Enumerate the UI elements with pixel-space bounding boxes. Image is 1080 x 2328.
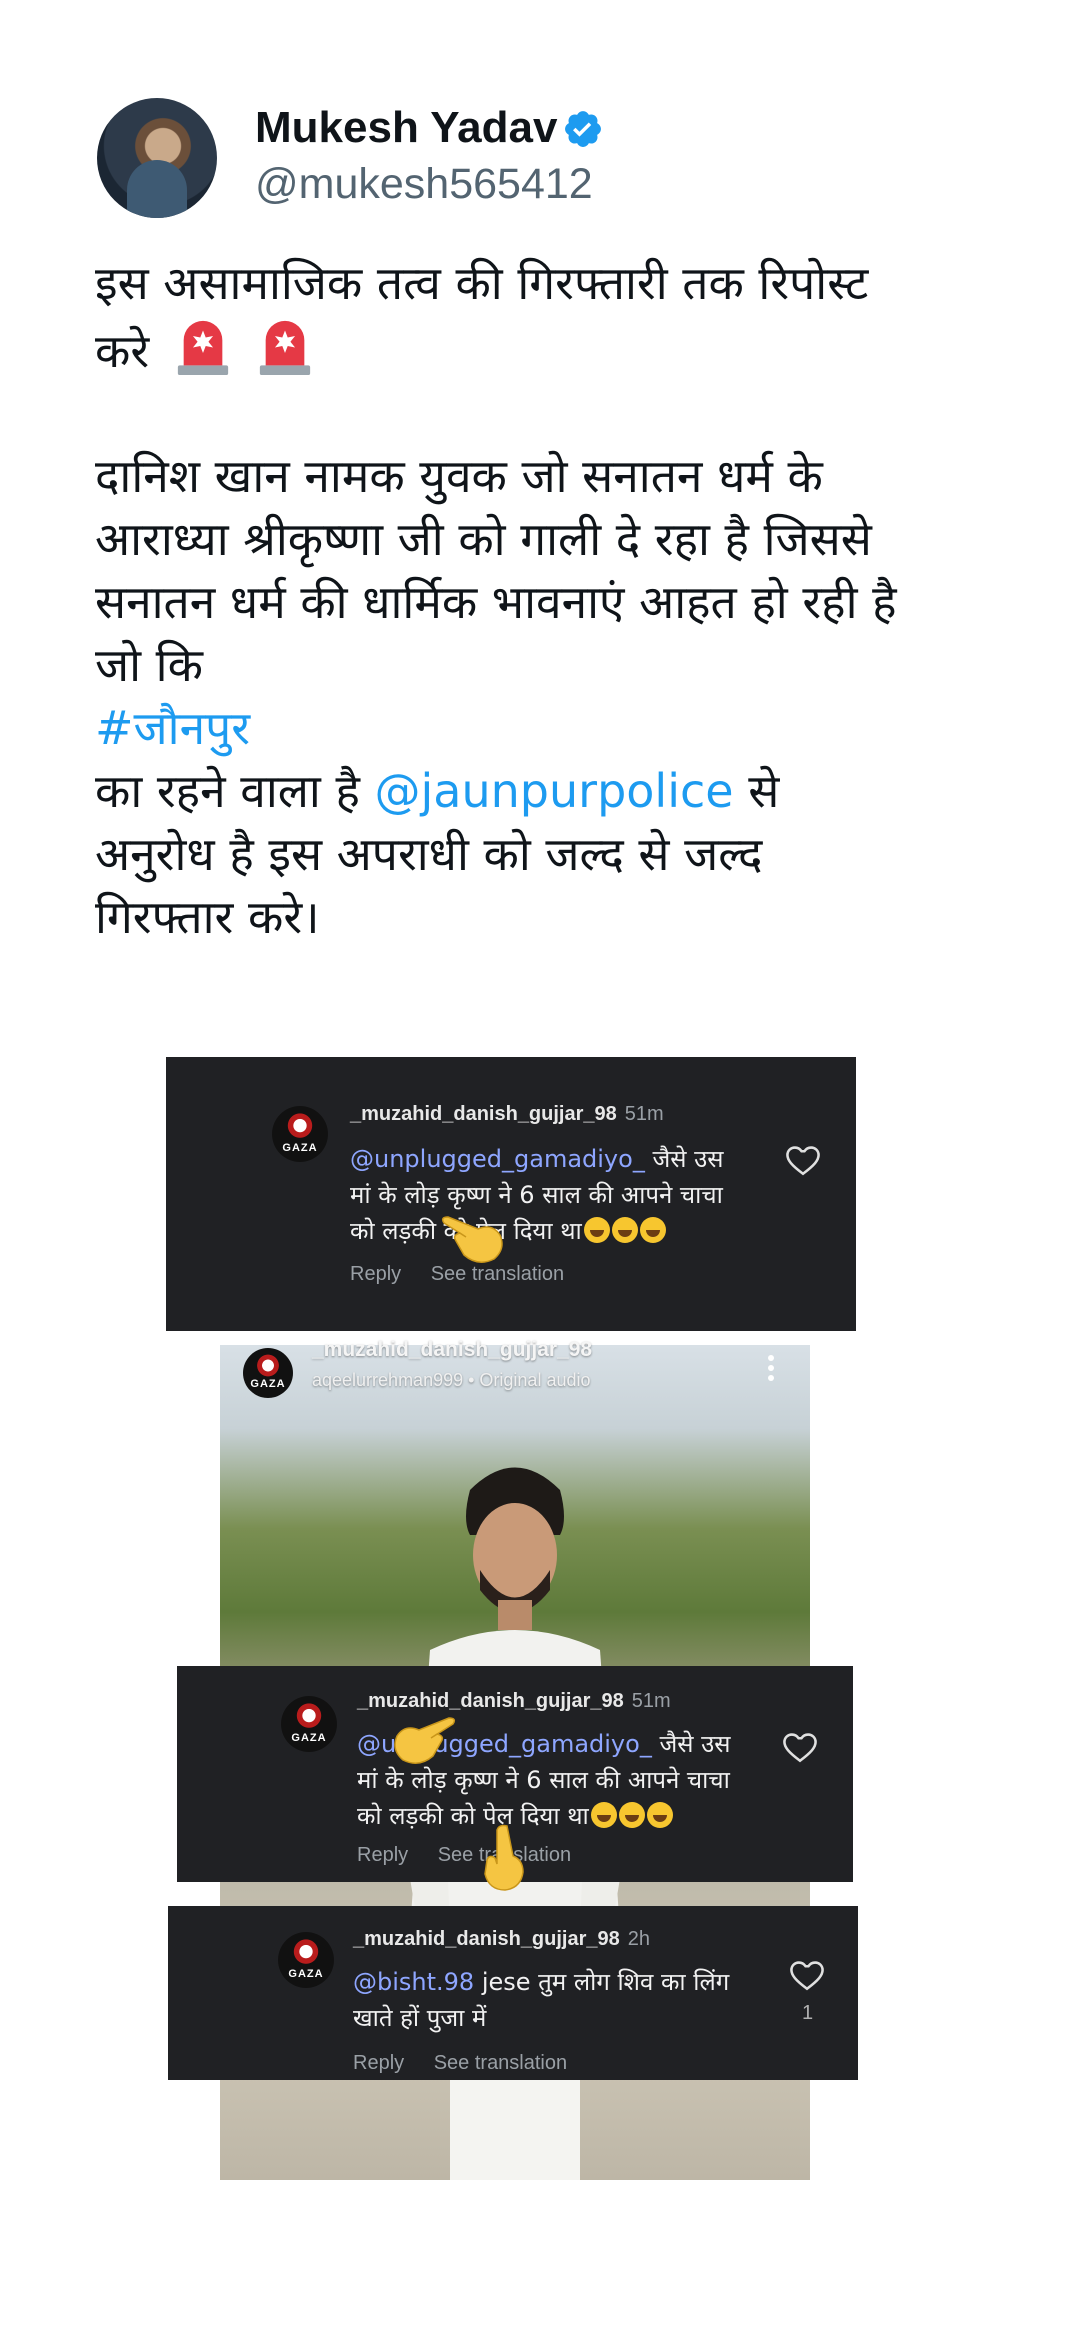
tweet-line: जो कि [95,638,203,692]
reply-button[interactable]: Reply [350,1263,401,1285]
laughing-emoji-icon [583,1217,610,1243]
tweet-line-text: का रहने वाला है [95,764,360,818]
comment-mention[interactable]: @unplugged_gamadiyo_ [350,1145,645,1173]
tweet-line: आराध्या श्रीकृष्णा जी को गाली दे रहा है … [95,512,872,566]
more-options-icon[interactable] [766,1354,776,1382]
comment-text: मां के लोड़ कृष्ण ने 6 साल की आपने चाचा [357,1766,730,1794]
laughing-emoji-icon [646,1802,673,1828]
tweet-line: करे [95,315,1005,383]
reply-button[interactable]: Reply [353,2052,404,2074]
tweet-line: गिरफ्तार करे। [95,890,320,944]
comment-actions: Reply See translation [353,2052,567,2075]
pointing-hand-icon [394,1717,456,1764]
tweet-line: अनुरोध है इस अपराधी को जल्द से जल्द [95,827,763,881]
comment-text: खाते हों पुजा में [353,2004,487,2032]
tweet-line: का रहने वाला है @jaunpurpolice से [95,760,1005,823]
reel-avatar[interactable]: GAZA [243,1348,293,1398]
laughing-emoji-icon [590,1802,617,1828]
commenter-avatar[interactable]: GAZA [278,1932,334,1988]
see-translation-button[interactable]: See translation [434,2052,567,2074]
comment-card: GAZA _muzahid_danish_gujjar_98 51m @unplu… [177,1666,853,1891]
comment-card: GAZA _muzahid_danish_gujjar_98 51m @unplu… [166,1057,856,1331]
verified-badge-icon [565,111,601,147]
like-heart-icon[interactable] [786,1145,820,1177]
pointing-hand-icon [441,1216,503,1263]
laughing-emoji-icon [618,1802,645,1828]
like-heart-icon[interactable] [783,1732,817,1764]
comment-text: @unplugged_gamadiyo_ जैसे उस [350,1145,724,1173]
see-translation-button[interactable]: See translation [431,1263,564,1285]
display-name[interactable]: Mukesh Yadav [255,103,557,153]
laughing-emoji-icon [611,1217,638,1243]
reel-audio[interactable]: aqeelurrehman999 • Original audio [312,1370,590,1391]
comment-time: 51m [631,1690,671,1712]
laughing-emoji-icon [639,1217,666,1243]
mention-link[interactable]: @jaunpurpolice [375,764,734,818]
police-siren-icon [177,320,228,375]
commenter-avatar[interactable]: GAZA [281,1696,337,1752]
comment-username[interactable]: _muzahid_danish_gujjar_98 2h [353,1928,650,1951]
police-siren-icon [260,320,311,375]
like-heart-icon[interactable] [790,1960,824,1992]
reel-username[interactable]: _muzahid_danish_gujjar_98 [312,1338,592,1362]
comment-mention[interactable]: @bisht.98 [353,1968,474,1996]
comment-time: 51m [624,1103,664,1125]
tweet-line: सनातन धर्म की धार्मिक भावनाएं आहत हो रही… [95,575,897,629]
commenter-avatar[interactable]: GAZA [272,1106,328,1162]
reply-button[interactable]: Reply [357,1844,408,1866]
tweet-text: इस असामाजिक तत्व की गिरफ्तारी तक रिपोस्ट… [95,252,1005,949]
comment-username[interactable]: _muzahid_danish_gujjar_98 51m [350,1103,664,1126]
tweet-line-text: से [748,764,780,818]
like-count: 1 [802,2002,814,2024]
tweet-line: इस असामाजिक तत्व की गिरफ्तारी तक रिपोस्ट [95,256,869,310]
tweet-line: दानिश खान नामक युवक जो सनातन धर्म के [95,449,823,503]
user-handle[interactable]: @mukesh565412 [255,160,593,209]
tweet-line-text: करे [95,324,150,378]
comment-text: मां के लोड़ कृष्ण ने 6 साल की आपने चाचा [350,1181,723,1209]
comment-time: 2h [627,1928,651,1950]
pointing-hand-icon [484,1824,524,1891]
comment-card: GAZA _muzahid_danish_gujjar_98 2h @bisht.… [168,1906,858,2080]
comment-text: @bisht.98 jese तुम लोग शिव का लिंग [353,1968,730,1996]
comment-actions: Reply See translation [350,1263,564,1286]
profile-avatar[interactable] [97,98,217,218]
hashtag-link[interactable]: #जौनपुर [95,697,1005,760]
